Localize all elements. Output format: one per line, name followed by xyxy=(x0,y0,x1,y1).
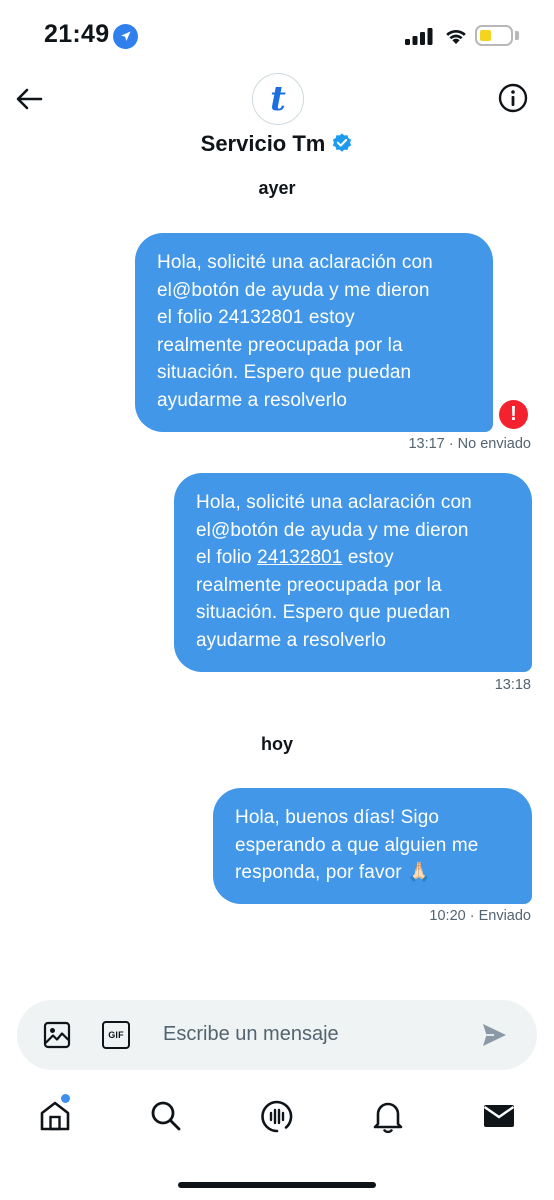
error-icon[interactable]: ! xyxy=(499,400,528,429)
home-icon[interactable] xyxy=(37,1098,73,1134)
notifications-icon[interactable] xyxy=(370,1098,406,1134)
messages-icon[interactable] xyxy=(481,1098,517,1134)
message-line: esperando a que alguien me xyxy=(235,834,479,856)
notification-dot xyxy=(61,1094,70,1103)
message-line: ayudarme a resolverlo xyxy=(157,389,348,411)
message-line: Hola, buenos días! Sigo xyxy=(235,807,440,828)
message-status: · Enviado xyxy=(469,908,531,924)
message-bubble[interactable]: Hola, solicité una aclaración con el@bot… xyxy=(174,473,532,672)
avatar-letter: t xyxy=(270,79,286,119)
message-line: responda, por favor 🙏🏻 xyxy=(235,862,431,883)
verified-badge-icon xyxy=(333,133,352,152)
message-input[interactable]: Escribe un mensaje xyxy=(163,1023,339,1046)
message-line: ayudarme a resolverlo xyxy=(196,629,387,651)
message-line: situación. Espero que puedan xyxy=(196,602,451,623)
message-line: situación. Espero que puedan xyxy=(157,362,412,383)
message-line: realmente preocupada por la xyxy=(157,334,403,356)
message-time: 13:18 xyxy=(494,677,531,693)
message-meta: 13:17 · No enviado xyxy=(408,436,531,452)
message-line: el folio 24132801 estoy xyxy=(157,307,355,328)
back-arrow-icon[interactable] xyxy=(14,84,44,114)
wifi-icon xyxy=(446,29,466,44)
home-indicator xyxy=(178,1182,376,1188)
battery-cap xyxy=(515,31,519,40)
location-arrow-icon xyxy=(113,24,138,49)
search-icon[interactable] xyxy=(148,1098,184,1134)
send-icon[interactable] xyxy=(480,1021,508,1049)
date-separator: ayer xyxy=(258,178,296,198)
battery-icon xyxy=(475,25,513,46)
message-meta: 13:18 xyxy=(495,677,531,693)
gif-label: GIF xyxy=(108,1030,124,1040)
date-separator: hoy xyxy=(260,734,293,754)
message-status: · No enviado xyxy=(448,436,531,452)
message-bubble[interactable]: Hola, buenos días! Sigo esperando a que … xyxy=(213,788,532,904)
message-text: estoy xyxy=(342,547,394,568)
gif-button[interactable]: GIF xyxy=(102,1021,130,1049)
message-time: 10:20 xyxy=(429,908,466,924)
spaces-icon[interactable] xyxy=(259,1098,295,1134)
message-bubble[interactable]: Hola, solicité una aclaración con el@bot… xyxy=(135,233,493,432)
contact-name: Servicio Tm xyxy=(200,131,326,156)
message-meta: 10:20 · Enviado xyxy=(429,908,531,924)
message-line: el folio 24132801 estoy xyxy=(196,544,510,572)
message-line: realmente preocupada por la xyxy=(196,574,442,596)
message-time: 13:17 xyxy=(408,436,445,452)
image-icon[interactable] xyxy=(42,1020,72,1050)
message-line: Hola, solicité una aclaración con xyxy=(157,252,433,273)
conversation-title[interactable]: Servicio Tm xyxy=(0,131,554,157)
info-icon[interactable] xyxy=(497,82,529,114)
message-line: Hola, solicité una aclaración con xyxy=(196,492,472,513)
message-line: el@botón de ayuda y me dieron xyxy=(196,519,469,541)
message-text: el folio xyxy=(196,547,258,568)
cellular-signal-icon xyxy=(405,28,433,45)
status-time: 21:49 xyxy=(44,20,110,48)
folio-link[interactable]: 24132801 xyxy=(257,547,342,568)
avatar[interactable]: t xyxy=(252,73,304,125)
message-line: el@botón de ayuda y me dieron xyxy=(157,279,430,301)
